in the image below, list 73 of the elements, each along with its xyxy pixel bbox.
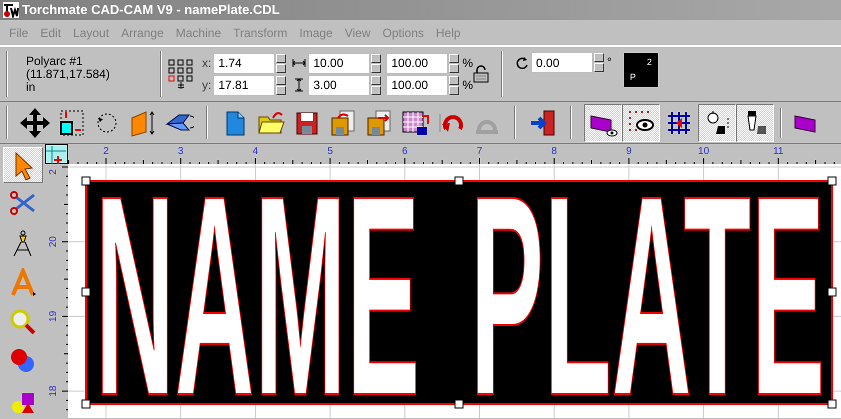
percent-sign: % xyxy=(462,77,474,94)
y-label: y: xyxy=(202,77,212,94)
ruler-number: 4 xyxy=(252,146,258,157)
preview-label: 2 xyxy=(646,56,652,69)
view-toggle-button[interactable] xyxy=(584,104,622,142)
ruler-number: 11 xyxy=(773,146,784,157)
selection-handle[interactable] xyxy=(82,288,90,296)
degree-sign: ° xyxy=(607,54,612,71)
ruler-number: 3 xyxy=(178,146,184,157)
ruler-number: 7 xyxy=(476,146,482,157)
ruler-number: 5 xyxy=(327,146,333,157)
padlock-icon[interactable] xyxy=(473,65,490,83)
menu-item[interactable]: Edit xyxy=(34,24,68,42)
selection-handle[interactable] xyxy=(454,400,464,408)
ruler-number: 10 xyxy=(698,146,710,157)
spinner-arrows[interactable] xyxy=(276,76,286,94)
menu-item[interactable]: View xyxy=(338,24,377,42)
view-toggle-button[interactable] xyxy=(698,104,736,142)
selection-handle[interactable] xyxy=(454,176,464,186)
width-arrows-icon xyxy=(292,58,306,68)
spinner-arrows[interactable] xyxy=(449,76,460,94)
height-field[interactable]: 3.00 xyxy=(309,76,370,94)
ruler-number: 2 xyxy=(48,169,59,175)
spinner-arrows[interactable] xyxy=(594,53,604,72)
object-name: Polyarc #1 xyxy=(26,55,84,67)
ruler-number: 8 xyxy=(551,146,557,157)
move-arrows-icon[interactable] xyxy=(20,108,50,138)
ruler-number: 6 xyxy=(402,146,408,157)
menu-item[interactable]: Image xyxy=(293,24,339,42)
menu-item[interactable]: Machine xyxy=(170,24,228,42)
rotate-icon xyxy=(515,56,530,70)
preview-label: P xyxy=(630,70,636,84)
x-label: x: xyxy=(202,55,212,72)
selection-handle[interactable] xyxy=(828,400,836,408)
ruler-number: 2 xyxy=(103,146,109,157)
percent-sign: % xyxy=(462,55,474,72)
plate-shape[interactable] xyxy=(85,180,833,405)
spinner-arrows[interactable] xyxy=(276,54,286,72)
app-logo-icon xyxy=(3,2,19,18)
selection-handle[interactable] xyxy=(82,176,90,186)
menu-item[interactable]: Arrange xyxy=(115,24,170,42)
spinner-arrows[interactable] xyxy=(371,54,382,72)
scale-y-field[interactable]: 100.00 xyxy=(387,76,448,94)
crosshair-icon xyxy=(46,146,66,164)
rotation-field[interactable]: 0.00 xyxy=(532,53,592,72)
plate-lettering[interactable]: PLATE xyxy=(470,164,825,418)
cursor-coordinates: (11.871,17.584) xyxy=(26,68,111,80)
selection-handle[interactable] xyxy=(82,400,90,408)
menu-item[interactable]: Transform xyxy=(227,24,294,42)
view-toggle-button[interactable] xyxy=(622,104,660,142)
y-position-field[interactable]: 17.81 xyxy=(214,76,274,94)
selection-handle[interactable] xyxy=(828,176,836,186)
ruler-number: 18 xyxy=(48,386,59,397)
plate-lettering[interactable]: NAME xyxy=(95,164,420,418)
spinner-arrows[interactable] xyxy=(371,76,382,94)
ruler-number: 20 xyxy=(48,236,59,248)
menu-item[interactable]: File xyxy=(3,24,34,42)
x-position-field[interactable]: 1.74 xyxy=(214,54,274,72)
window-title: Torchmate CAD-CAM V9 - namePlate.CDL xyxy=(22,1,280,19)
menu-item[interactable]: Layout xyxy=(67,24,116,42)
menu-item[interactable]: Options xyxy=(376,24,430,42)
spinner-arrows[interactable] xyxy=(449,54,460,72)
ruler-number: 9 xyxy=(626,146,632,157)
magnifier-icon xyxy=(8,306,38,337)
tool-button[interactable] xyxy=(2,147,42,184)
menu-item[interactable]: Help xyxy=(430,24,467,42)
view-toggle-button[interactable] xyxy=(736,104,774,142)
ruler-origin-button[interactable] xyxy=(45,144,68,164)
unit-label: in xyxy=(26,81,36,93)
scale-x-field[interactable]: 100.00 xyxy=(387,54,448,72)
selection-handle[interactable] xyxy=(828,288,836,296)
ruler-number: 19 xyxy=(48,310,59,322)
width-field[interactable]: 10.00 xyxy=(309,54,370,72)
